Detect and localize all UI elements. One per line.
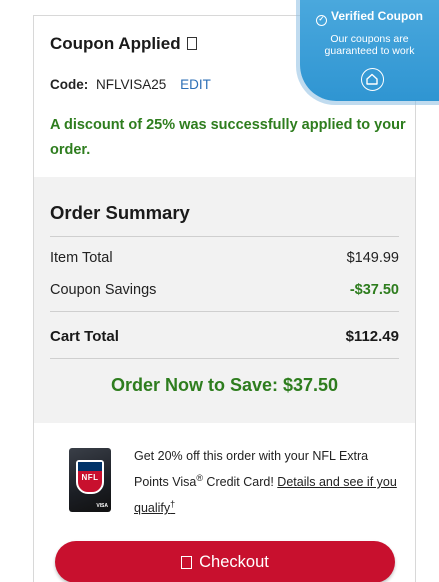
divider xyxy=(50,236,399,237)
code-label: Code: xyxy=(50,77,89,92)
divider xyxy=(50,311,399,312)
nfl-shield-icon: NFL xyxy=(76,460,104,494)
coupon-savings-label: Coupon Savings xyxy=(50,282,157,298)
cart-total-value: $112.49 xyxy=(345,328,399,345)
order-summary-title: Order Summary xyxy=(50,202,190,223)
coupon-savings-value: -$37.50 xyxy=(349,282,399,298)
checkout-label: Checkout xyxy=(199,552,269,571)
order-now-savings: Order Now to Save: $37.50 xyxy=(110,375,339,395)
coupon-title-text: Coupon Applied xyxy=(50,34,181,53)
order-summary-section: Order Summary Item Total $149.99 Coupon … xyxy=(34,177,415,423)
check-circle-icon: ✓ xyxy=(315,15,327,26)
badge-title: ✓ Verified Coupon xyxy=(300,9,439,26)
item-total-label: Item Total xyxy=(50,250,113,266)
badge-subtitle: Our coupons are guaranteed to work xyxy=(324,33,415,57)
item-total-value: $149.99 xyxy=(346,250,399,266)
cart-total-label: Cart Total xyxy=(50,328,119,345)
credit-card-offer: NFL VISA Get 20% off this order with you… xyxy=(34,423,415,582)
home-icon xyxy=(361,68,384,91)
edit-coupon-link[interactable]: EDIT xyxy=(180,77,211,92)
coupon-title: Coupon Applied xyxy=(50,34,197,54)
checkbox-glyph-icon xyxy=(186,37,197,50)
divider xyxy=(50,358,399,359)
checkbox-glyph-icon xyxy=(181,555,193,569)
coupon-success-message: A discount of 25% was successfully appli… xyxy=(50,117,406,158)
nfl-visa-card-image: NFL VISA xyxy=(69,448,111,512)
offer-text: Get 20% off this order with your NFL Ext… xyxy=(134,449,397,516)
verified-coupon-badge: ✓ Verified Coupon Our coupons are guarant… xyxy=(300,0,439,101)
coupon-code-row: Code: NFLVISA25 EDIT xyxy=(50,77,211,92)
checkout-button[interactable]: Checkout xyxy=(55,541,395,582)
code-value: NFLVISA25 xyxy=(96,77,167,92)
